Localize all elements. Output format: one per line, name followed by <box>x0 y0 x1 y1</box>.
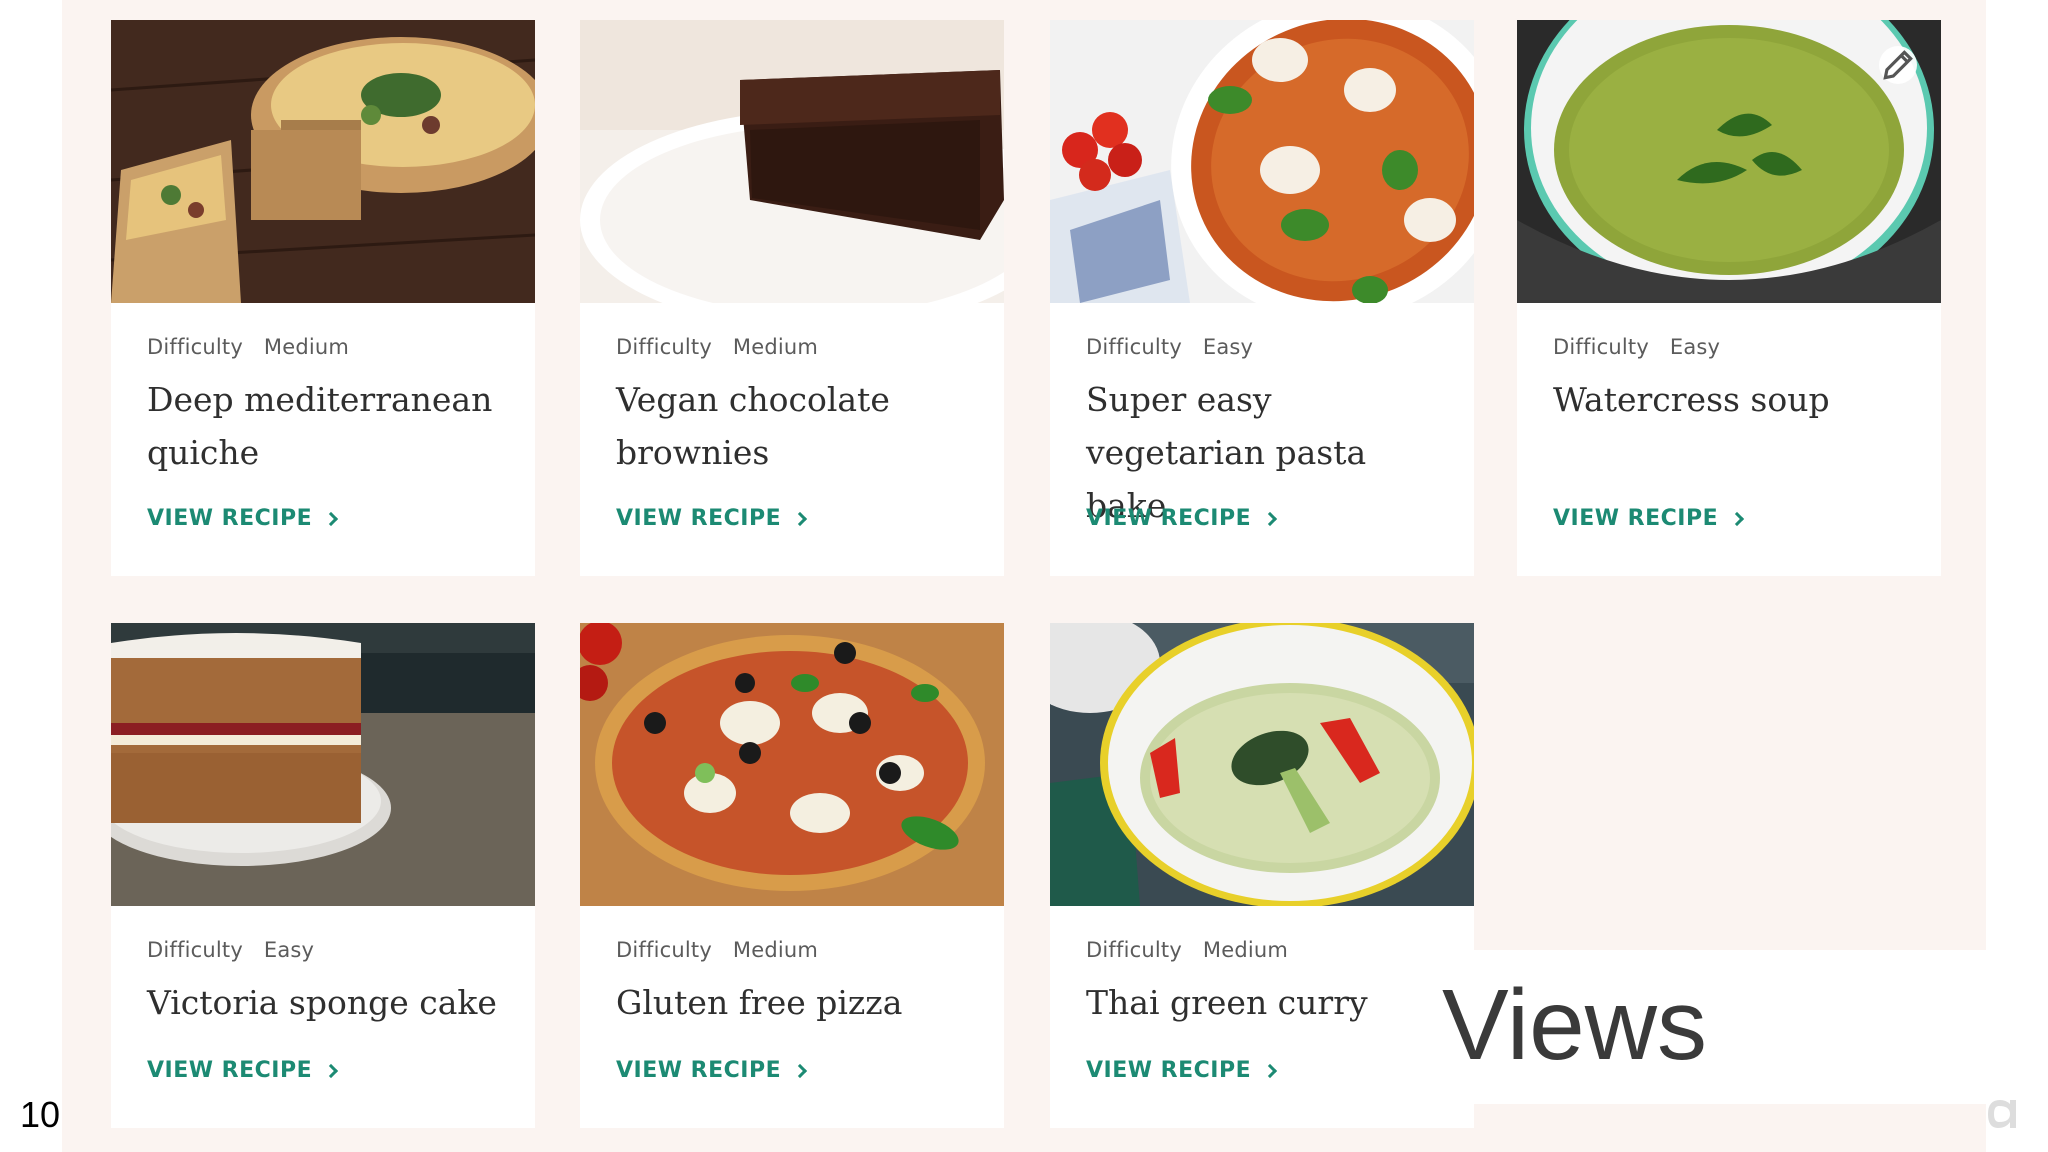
recipe-title[interactable]: Deep mediterranean quiche <box>147 373 505 479</box>
difficulty-value: Medium <box>732 335 819 359</box>
brownie-photo[interactable] <box>580 20 1004 303</box>
recipe-title[interactable]: Watercress soup <box>1553 373 1911 426</box>
corner-logo-icon <box>1986 1092 2022 1132</box>
difficulty-label: Difficulty <box>147 938 243 962</box>
recipe-title[interactable]: Thai green curry <box>1086 976 1444 1029</box>
recipe-card[interactable]: Difficulty Easy Super easy vegetarian pa… <box>1050 20 1474 576</box>
sponge-cake-photo[interactable] <box>111 623 535 906</box>
view-recipe-label: VIEW RECIPE <box>616 506 782 531</box>
view-recipe-link[interactable]: VIEW RECIPE <box>147 506 339 531</box>
edit-icon[interactable] <box>1879 46 1917 84</box>
difficulty-label: Difficulty <box>1086 938 1182 962</box>
pasta-bake-photo[interactable] <box>1050 20 1474 303</box>
soup-photo[interactable] <box>1517 20 1941 303</box>
pizza-photo[interactable] <box>580 623 1004 906</box>
recipe-card[interactable]: Difficulty Medium Vegan chocolate browni… <box>580 20 1004 576</box>
chevron-right-icon <box>324 511 339 526</box>
view-recipe-label: VIEW RECIPE <box>1553 506 1719 531</box>
difficulty-value: Easy <box>1669 335 1721 359</box>
view-recipe-label: VIEW RECIPE <box>1086 506 1252 531</box>
view-recipe-link[interactable]: VIEW RECIPE <box>1086 1058 1278 1083</box>
view-recipe-link[interactable]: VIEW RECIPE <box>616 1058 808 1083</box>
difficulty-meta: Difficulty Medium <box>616 938 818 962</box>
chevron-right-icon <box>324 1063 339 1078</box>
chevron-right-icon <box>793 1063 808 1078</box>
chevron-right-icon <box>1263 511 1278 526</box>
slide-number: 10 <box>20 1094 61 1135</box>
recipe-card[interactable]: Difficulty Medium Gluten free pizza VIEW… <box>580 623 1004 1128</box>
view-recipe-label: VIEW RECIPE <box>147 1058 313 1083</box>
view-recipe-link[interactable]: VIEW RECIPE <box>1553 506 1745 531</box>
difficulty-label: Difficulty <box>147 335 243 359</box>
recipe-card[interactable]: Difficulty Medium Deep mediterranean qui… <box>111 20 535 576</box>
chevron-right-icon <box>1263 1063 1278 1078</box>
view-recipe-link[interactable]: VIEW RECIPE <box>147 1058 339 1083</box>
difficulty-meta: Difficulty Easy <box>147 938 314 962</box>
view-recipe-label: VIEW RECIPE <box>616 1058 782 1083</box>
difficulty-value: Medium <box>263 335 350 359</box>
recipe-card[interactable]: Difficulty Easy Victoria sponge cake VIE… <box>111 623 535 1128</box>
curry-photo[interactable] <box>1050 623 1474 906</box>
difficulty-meta: Difficulty Medium <box>616 335 818 359</box>
difficulty-value: Easy <box>263 938 315 962</box>
difficulty-label: Difficulty <box>1086 335 1182 359</box>
chevron-right-icon <box>1730 511 1745 526</box>
difficulty-meta: Difficulty Easy <box>1553 335 1720 359</box>
views-label: Views <box>1442 969 1707 1081</box>
difficulty-label: Difficulty <box>616 335 712 359</box>
view-recipe-link[interactable]: VIEW RECIPE <box>616 506 808 531</box>
quiche-photo[interactable] <box>111 20 535 303</box>
difficulty-meta: Difficulty Easy <box>1086 335 1253 359</box>
view-recipe-label: VIEW RECIPE <box>1086 1058 1252 1083</box>
difficulty-label: Difficulty <box>1553 335 1649 359</box>
difficulty-value: Medium <box>732 938 819 962</box>
recipe-title[interactable]: Victoria sponge cake <box>147 976 505 1029</box>
view-recipe-label: VIEW RECIPE <box>147 506 313 531</box>
difficulty-label: Difficulty <box>616 938 712 962</box>
difficulty-meta: Difficulty Medium <box>1086 938 1288 962</box>
recipe-card[interactable]: Difficulty Medium Thai green curry VIEW … <box>1050 623 1474 1128</box>
chevron-right-icon <box>793 511 808 526</box>
recipe-card[interactable]: Difficulty Easy Watercress soup VIEW REC… <box>1517 20 1941 576</box>
view-recipe-link[interactable]: VIEW RECIPE <box>1086 506 1278 531</box>
difficulty-value: Easy <box>1202 335 1254 359</box>
difficulty-meta: Difficulty Medium <box>147 335 349 359</box>
recipe-title[interactable]: Vegan chocolate brownies <box>616 373 974 479</box>
difficulty-value: Medium <box>1202 938 1289 962</box>
recipe-title[interactable]: Gluten free pizza <box>616 976 974 1029</box>
